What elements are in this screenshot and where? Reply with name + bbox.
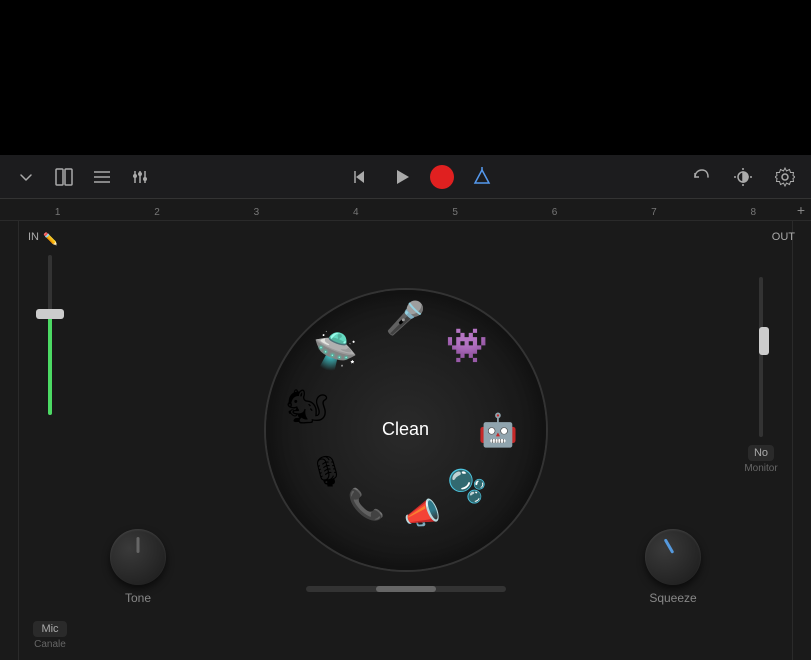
toolbar-center xyxy=(162,163,679,191)
tone-label: Tone xyxy=(125,591,151,605)
ruler-mark-7: 7 xyxy=(651,207,657,218)
top-black-area xyxy=(0,0,811,155)
voice-effect-squirrel[interactable]: 🐿 xyxy=(286,387,329,427)
tone-section: Tone xyxy=(110,529,166,605)
in-label: IN xyxy=(28,231,39,243)
mic-label[interactable]: Mic xyxy=(33,621,66,637)
mic-fader-track xyxy=(48,255,52,415)
mixer-button[interactable] xyxy=(126,163,154,191)
voice-effect-mic2[interactable]: 🎙 xyxy=(308,454,346,489)
left-panel: IN ✏️ Mic Canale xyxy=(0,221,100,660)
pencil-icon[interactable]: ✏️ xyxy=(43,232,58,246)
out-fader-thumb[interactable] xyxy=(759,327,769,355)
voice-effect-megaphone[interactable]: 📣 xyxy=(404,496,441,531)
toolbar xyxy=(0,155,811,199)
main-content: IN ✏️ Mic Canale Tone Clean 🎤 xyxy=(0,221,811,660)
play-button[interactable] xyxy=(388,163,416,191)
rewind-icon xyxy=(350,167,370,187)
voice-circle-container: Clean 🎤 👾 🤖 🫧 📣 📞 🎙 🐿 🛸 xyxy=(266,290,546,570)
bottom-scrollbar[interactable] xyxy=(306,586,506,592)
voice-circle[interactable]: Clean 🎤 👾 🤖 🫧 📣 📞 🎙 🐿 🛸 xyxy=(266,290,546,570)
timeline-ruler: 1 2 3 4 5 6 7 8 + xyxy=(0,199,811,221)
squeeze-section: Squeeze xyxy=(645,529,701,605)
undo-button[interactable] xyxy=(687,163,715,191)
mic-fader-thumb[interactable] xyxy=(36,309,64,319)
record-button[interactable] xyxy=(430,165,454,189)
ruler-mark-4: 4 xyxy=(353,207,359,218)
panels-icon xyxy=(54,167,74,187)
list-button[interactable] xyxy=(88,163,116,191)
voice-effect-telephone[interactable]: 📞 xyxy=(348,488,385,523)
ruler-mark-5: 5 xyxy=(452,207,458,218)
dropdown-icon xyxy=(16,167,36,187)
squeeze-label: Squeeze xyxy=(649,591,696,605)
list-icon xyxy=(92,167,112,187)
gear-icon xyxy=(775,167,795,187)
voice-effect-monster[interactable]: 👾 xyxy=(446,326,488,366)
ruler-marks: 1 2 3 4 5 6 7 8 xyxy=(8,207,803,218)
toolbar-left xyxy=(12,163,154,191)
mic-label-area: Mic Canale xyxy=(33,621,66,650)
tuner-button[interactable] xyxy=(468,163,496,191)
ruler-mark-6: 6 xyxy=(552,207,558,218)
mixer-icon xyxy=(130,167,150,187)
squeeze-knob[interactable] xyxy=(645,529,701,585)
tuner-icon xyxy=(472,167,492,187)
tone-knob[interactable] xyxy=(110,529,166,585)
voice-effect-alien[interactable]: 🛸 xyxy=(313,330,358,372)
ruler-mark-8: 8 xyxy=(751,207,757,218)
undo-icon xyxy=(691,167,711,187)
out-fader-track xyxy=(759,277,763,437)
voice-effect-microphone[interactable]: 🎤 xyxy=(386,299,426,337)
voice-effect-robot[interactable]: 🤖 xyxy=(478,411,518,449)
mic-fader-fill xyxy=(48,311,52,415)
brightness-icon xyxy=(733,167,753,187)
toolbar-right xyxy=(687,163,799,191)
channel-label: Canale xyxy=(34,639,66,650)
go-to-beginning-button[interactable] xyxy=(346,163,374,191)
voice-effect-bubbles[interactable]: 🫧 xyxy=(447,467,487,505)
ruler-mark-2: 2 xyxy=(154,207,160,218)
brightness-button[interactable] xyxy=(729,163,757,191)
mic-fader-container xyxy=(48,255,52,613)
voice-center-label: Clean xyxy=(382,419,429,440)
monitor-sub-label: Monitor xyxy=(744,463,777,474)
preferences-button[interactable] xyxy=(771,163,799,191)
monitor-label[interactable]: No xyxy=(748,445,774,461)
voice-changer-area: Tone Clean 🎤 👾 🤖 🫧 📣 📞 🎙 xyxy=(266,290,546,592)
in-row: IN ✏️ xyxy=(0,231,100,247)
play-icon xyxy=(392,167,412,187)
add-track-button[interactable]: + xyxy=(797,202,805,218)
scrollbar-thumb xyxy=(376,586,436,592)
out-label: OUT xyxy=(772,231,795,243)
ruler-mark-1: 1 xyxy=(55,207,61,218)
monitor-label-area: No Monitor xyxy=(744,445,777,474)
ruler-mark-3: 3 xyxy=(254,207,260,218)
panels-button[interactable] xyxy=(50,163,78,191)
right-panel: OUT No Monitor xyxy=(711,221,811,660)
dropdown-button[interactable] xyxy=(12,163,40,191)
